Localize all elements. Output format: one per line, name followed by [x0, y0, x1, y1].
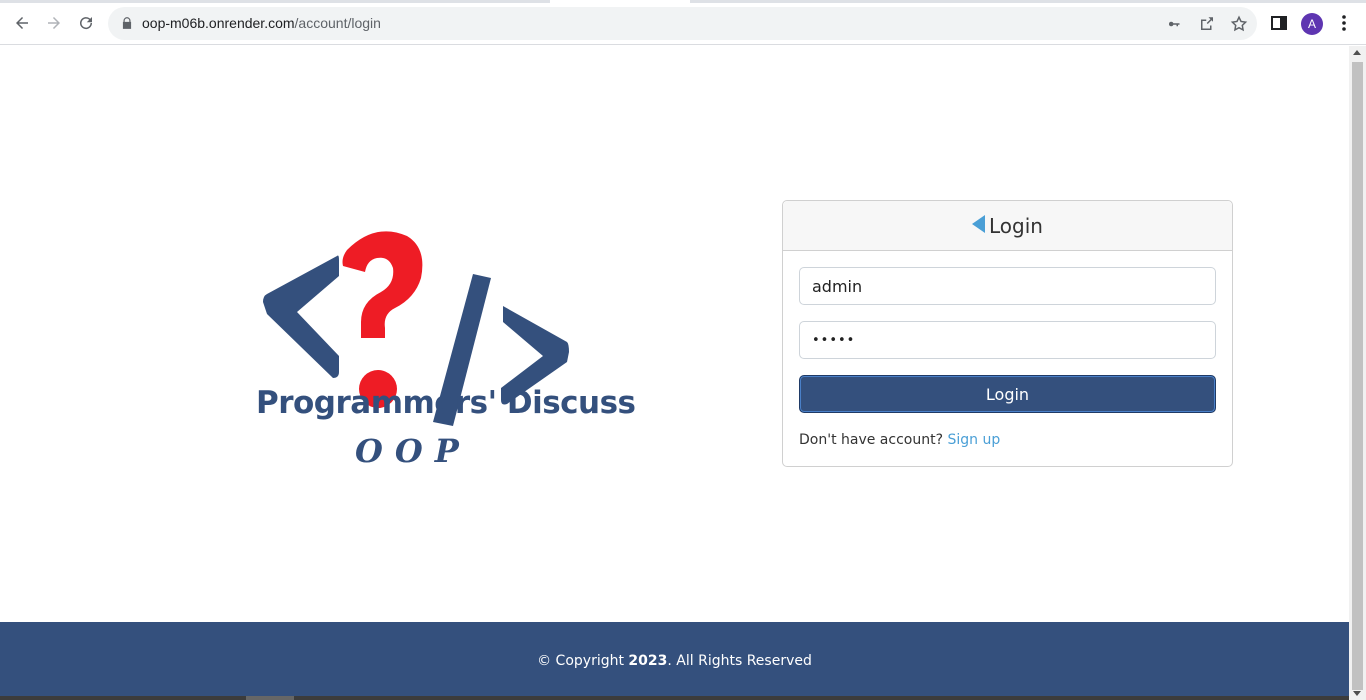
- forward-icon: [48, 17, 60, 29]
- copyright-suffix: . All Rights Reserved: [667, 653, 812, 669]
- star-icon[interactable]: [1230, 15, 1248, 33]
- signup-link[interactable]: Sign up: [947, 432, 1000, 448]
- share-icon[interactable]: [1198, 15, 1216, 33]
- url-path: /account/login: [294, 15, 381, 31]
- reload-button[interactable]: [72, 9, 100, 37]
- login-icon: [972, 215, 986, 233]
- logo-subtitle: OOP: [355, 432, 471, 470]
- page-viewport: Programmers' Discuss OOP Login admin •••…: [0, 46, 1349, 700]
- back-icon: [16, 17, 28, 29]
- login-card: Login admin ••••• Login Don't have accou…: [782, 200, 1233, 467]
- scroll-down-icon[interactable]: [1353, 691, 1361, 696]
- copyright-year: 2023: [628, 653, 668, 669]
- url-text[interactable]: oop-m06b.onrender.com/account/login: [142, 15, 381, 31]
- url-host: oop-m06b.onrender.com: [142, 15, 295, 31]
- profile-avatar[interactable]: A: [1301, 13, 1323, 35]
- taskbar-segment: [246, 696, 294, 700]
- menu-button[interactable]: [1334, 13, 1354, 33]
- password-input[interactable]: •••••: [799, 321, 1216, 359]
- menu-icon: [1342, 15, 1346, 31]
- question-mark-shape: [342, 231, 423, 338]
- copyright-text: © Copyright 2023. All Rights Reserved: [537, 653, 812, 669]
- page-scrollbar[interactable]: [1349, 46, 1366, 700]
- login-card-title: Login: [989, 213, 1043, 238]
- username-input[interactable]: admin: [799, 267, 1216, 305]
- reload-icon: [80, 17, 93, 30]
- forward-button[interactable]: [40, 9, 68, 37]
- scrollbar-thumb[interactable]: [1352, 62, 1363, 690]
- scroll-up-icon[interactable]: [1353, 50, 1361, 55]
- address-bar[interactable]: oop-m06b.onrender.com/account/login: [108, 7, 1257, 40]
- key-icon[interactable]: [1166, 15, 1184, 33]
- page-footer: © Copyright 2023. All Rights Reserved: [0, 622, 1349, 700]
- logo-title: Programmers' Discuss: [256, 385, 636, 421]
- left-bracket-shape: [263, 255, 339, 378]
- lock-icon[interactable]: [120, 16, 134, 30]
- browser-toolbar: oop-m06b.onrender.com/account/login A: [0, 3, 1366, 45]
- back-button[interactable]: [8, 9, 36, 37]
- login-button[interactable]: Login: [799, 375, 1216, 413]
- side-panel-button[interactable]: [1269, 13, 1289, 33]
- copyright-prefix: © Copyright: [537, 653, 629, 669]
- signup-prompt: Don't have account?: [799, 432, 944, 448]
- taskbar-strip: [0, 696, 1349, 700]
- login-card-header: Login: [783, 201, 1232, 251]
- side-panel-icon: [1271, 16, 1287, 30]
- signup-row: Don't have account? Sign up: [799, 432, 1000, 448]
